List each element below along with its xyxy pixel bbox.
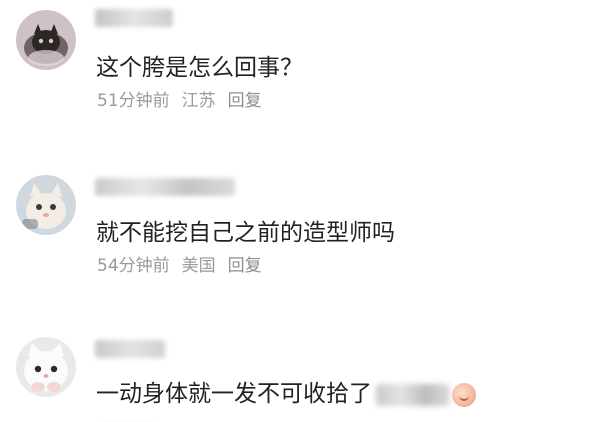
- reply-button[interactable]: 回复: [228, 256, 262, 276]
- reply-button[interactable]: 回复: [228, 91, 262, 111]
- comment-time: 51分钟前: [97, 91, 170, 111]
- comment-text-content: 一动身体就一发不可收拾了: [96, 381, 372, 407]
- comment-item: 就不能挖自己之前的造型师吗 54分钟前 美国 回复: [0, 160, 600, 290]
- comment-meta: [97, 416, 169, 422]
- comment-time: 54分钟前: [97, 256, 170, 276]
- white-cat-avatar-icon: [16, 337, 76, 397]
- blurred-text-patch: [376, 383, 450, 406]
- comment-meta: 51分钟前 江苏 回复: [97, 90, 274, 112]
- comment-text: 就不能挖自己之前的造型师吗: [96, 220, 395, 246]
- comment-meta: 54分钟前 美国 回复: [97, 255, 274, 277]
- comment-location: 江苏: [181, 91, 216, 111]
- username-blurred: [95, 9, 173, 27]
- username-blurred: [95, 340, 165, 358]
- comment-text: 这个胯是怎么回事？: [96, 55, 303, 81]
- user-avatar[interactable]: [16, 175, 76, 235]
- username-blurred: [95, 178, 235, 196]
- pale-cat-avatar-icon: [16, 175, 76, 235]
- user-avatar[interactable]: [16, 337, 76, 397]
- user-avatar[interactable]: [16, 10, 76, 70]
- comment-item: 这个胯是怎么回事？ 51分钟前 江苏 回复: [0, 0, 600, 130]
- comment-text: 一动身体就一发不可收拾了: [96, 379, 476, 409]
- dark-cat-avatar-icon: [16, 10, 76, 70]
- comment-location: 美国: [181, 256, 216, 276]
- face-emoji-icon: [452, 382, 476, 407]
- comment-item: 一动身体就一发不可收拾了: [0, 325, 600, 422]
